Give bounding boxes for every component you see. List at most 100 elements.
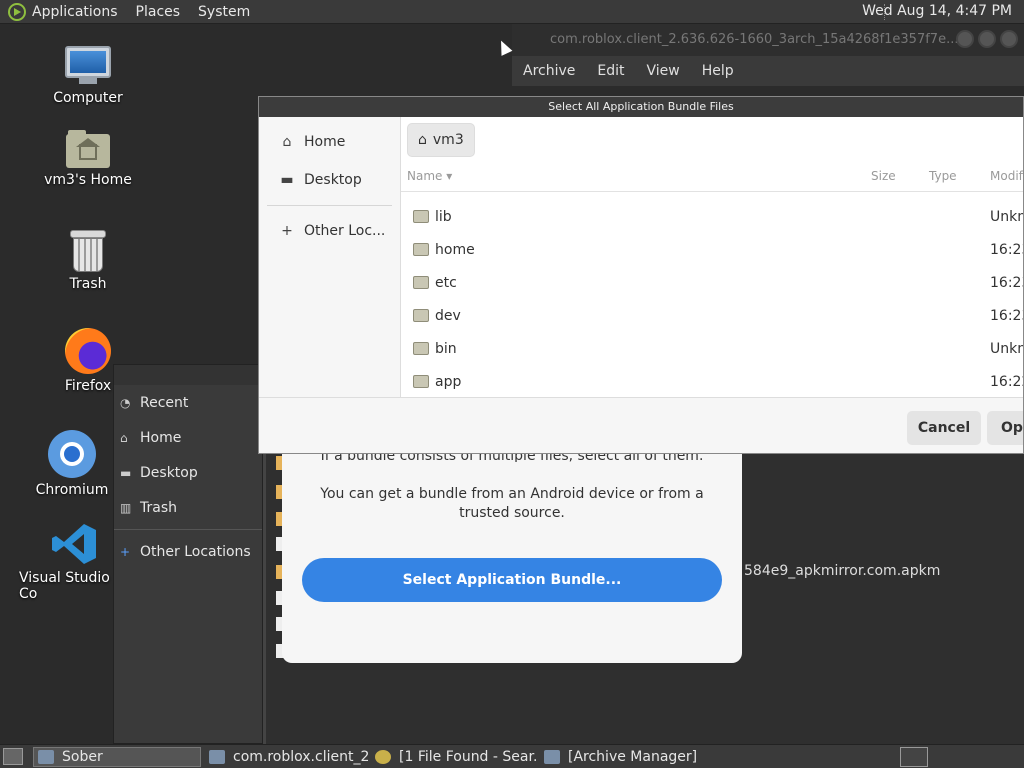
desktop-icon-label: Trash <box>69 276 107 292</box>
window-icon <box>38 750 54 764</box>
open-button[interactable]: Ope <box>987 411 1023 445</box>
sidebar-item-label: Trash <box>140 499 177 516</box>
chooser-sidebar: ⌂ Home ▬ Desktop + Other Loc... <box>259 117 401 397</box>
sidebar-item-recent[interactable]: ◔ Recent <box>114 385 262 420</box>
chooser-main: ⌂ vm3 Name ▾ Size Type Modifi libUnkno ho… <box>401 117 1023 397</box>
close-button[interactable] <box>1000 30 1018 48</box>
menubar: Archive Edit View Help <box>512 56 1024 86</box>
path-bar-button[interactable]: ⌂ vm3 <box>407 123 475 157</box>
firefox-icon <box>65 328 111 374</box>
home-icon: ⌂ <box>418 132 427 148</box>
file-row[interactable]: etc16:23 <box>401 266 1023 299</box>
sidebar-item-label: Desktop <box>140 464 198 481</box>
file-chooser-dialog: Select All Application Bundle Files ⌂ Hom… <box>258 96 1024 454</box>
archive-icon <box>544 750 560 764</box>
desktop-icon-vscode[interactable]: Visual Studio Co <box>14 522 114 602</box>
sort-down-icon: ▾ <box>446 169 453 183</box>
menu-system[interactable]: System <box>198 4 250 20</box>
taskbar: Sober com.roblox.client_2.... [1 File Fo… <box>0 744 1024 768</box>
menu-help[interactable]: Help <box>702 63 734 79</box>
trash-icon: ▥ <box>120 500 132 515</box>
cancel-button[interactable]: Cancel <box>907 411 981 445</box>
folder-icon <box>413 243 429 256</box>
desktop-icon-computer[interactable]: Computer <box>38 46 138 106</box>
archive-icon <box>209 750 225 764</box>
bundle-source-hint: You can get a bundle from an Android dev… <box>320 486 704 521</box>
file-row[interactable]: home16:23 <box>401 233 1023 266</box>
column-header-size[interactable]: Size <box>871 169 896 183</box>
desktop-icon-trash[interactable]: Trash <box>38 230 138 292</box>
file-row[interactable]: binUnkno <box>401 332 1023 365</box>
places-label: Home <box>304 134 346 150</box>
places-other-locations[interactable]: + Other Loc... <box>259 212 400 250</box>
column-header-name[interactable]: Name ▾ <box>407 169 452 183</box>
vscode-icon <box>52 524 96 564</box>
menu-edit[interactable]: Edit <box>597 63 624 79</box>
desktop-icon-label: Visual Studio Co <box>19 570 110 602</box>
folder-icon <box>413 342 429 355</box>
folder-icon: ▬ <box>280 172 294 188</box>
sidebar-item-label: Home <box>140 429 182 446</box>
places-desktop[interactable]: ▬ Desktop <box>259 161 400 199</box>
desktop-icon-label: Computer <box>53 90 123 106</box>
column-header-modified[interactable]: Modifi <box>990 169 1023 183</box>
archive-file-name[interactable]: 584e9_apkmirror.com.apkm <box>744 563 940 579</box>
places-label: Desktop <box>304 172 362 188</box>
file-row[interactable]: dev16:23 <box>401 299 1023 332</box>
desktop-icon-chromium[interactable]: Chromium <box>22 430 122 498</box>
show-desktop-button[interactable] <box>3 748 23 765</box>
trash-icon <box>70 230 106 272</box>
file-row[interactable]: libUnkno <box>401 200 1023 233</box>
path-label: vm3 <box>432 132 464 148</box>
desktop-icon-label: Chromium <box>35 482 109 498</box>
home-icon: ⌂ <box>120 430 128 445</box>
sidebar-item-label: Other Locations <box>140 543 251 560</box>
chromium-icon <box>48 430 96 478</box>
sober-bundle-dialog: If a bundle consists of multiple files, … <box>282 448 742 663</box>
taskbar-item-search[interactable]: [1 File Found - Sear... <box>371 747 536 767</box>
files-sidebar: ◔ Recent ⌂ Home ▬ Desktop ▥ Trash + Other Loc… <box>113 364 263 744</box>
menu-archive[interactable]: Archive <box>523 63 575 79</box>
select-bundle-button[interactable]: Select Application Bundle... <box>302 558 722 602</box>
column-header-type[interactable]: Type <box>929 169 957 183</box>
clock[interactable]: Wed Aug 14, 4:47 PM <box>862 3 1012 19</box>
mouse-cursor <box>495 38 513 56</box>
dialog-title: Select All Application Bundle Files <box>259 97 1023 117</box>
places-label: Other Loc... <box>304 223 386 239</box>
maximize-button[interactable] <box>978 30 996 48</box>
folder-icon <box>413 375 429 388</box>
sidebar-item-label: Recent <box>140 394 189 411</box>
sidebar-item-other-locations[interactable]: + Other Locations <box>114 534 262 569</box>
taskbar-item-archive-manager[interactable]: [Archive Manager] <box>540 747 708 767</box>
home-icon: ⌂ <box>282 134 292 150</box>
menu-applications[interactable]: Applications <box>32 4 118 20</box>
folder-icon <box>413 309 429 322</box>
search-icon <box>375 750 391 764</box>
distro-logo-icon[interactable] <box>8 2 26 21</box>
sidebar-item-home[interactable]: ⌂ Home <box>114 420 262 455</box>
menu-view[interactable]: View <box>647 63 680 79</box>
plus-icon: + <box>281 223 293 239</box>
taskbar-item-roblox[interactable]: com.roblox.client_2.... <box>205 747 369 767</box>
dialog-footer: Cancel Ope <box>259 397 1023 453</box>
desktop-icon-label: vm3's Home <box>44 172 132 188</box>
top-panel: Applications Places System Wed Aug 14, 4… <box>0 0 1024 24</box>
minimize-button[interactable] <box>956 30 974 48</box>
window-controls <box>956 30 1018 48</box>
sidebar-item-desktop[interactable]: ▬ Desktop <box>114 455 262 490</box>
window-title: com.roblox.client_2.636.626-1660_3arch_1… <box>512 24 1024 56</box>
archive-manager-window: com.roblox.client_2.636.626-1660_3arch_1… <box>512 24 1024 86</box>
file-row[interactable]: app16:22 <box>401 365 1023 398</box>
computer-icon <box>65 46 111 86</box>
folder-icon: ▬ <box>120 465 132 480</box>
workspace-switcher[interactable] <box>900 747 928 767</box>
sidebar-item-trash[interactable]: ▥ Trash <box>114 490 262 525</box>
places-home[interactable]: ⌂ Home <box>259 123 400 161</box>
folder-icon <box>413 276 429 289</box>
plus-icon: + <box>120 544 131 559</box>
taskbar-item-sober[interactable]: Sober <box>33 747 201 767</box>
home-folder-icon <box>66 130 110 168</box>
clock-icon: ◔ <box>120 395 131 410</box>
menu-places[interactable]: Places <box>136 4 181 20</box>
desktop-icon-home[interactable]: vm3's Home <box>38 130 138 188</box>
